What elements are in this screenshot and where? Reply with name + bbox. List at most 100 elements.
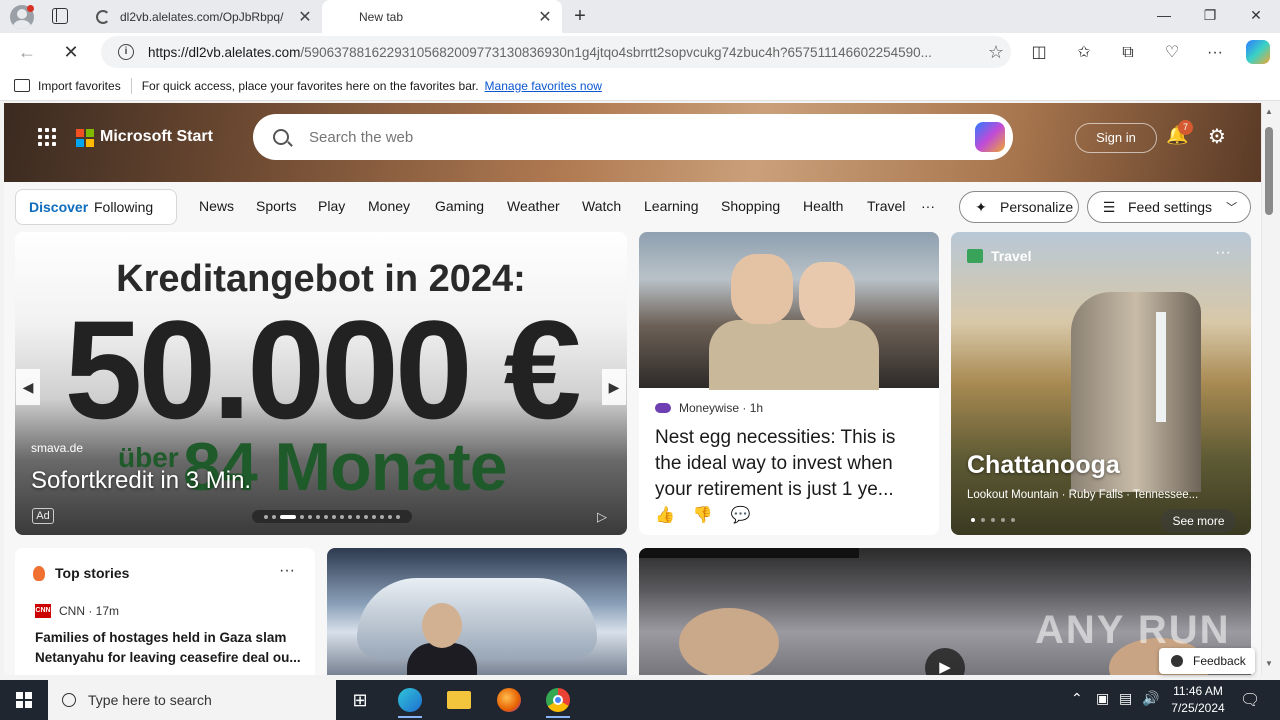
thumbs-up-icon[interactable]: 👍 bbox=[655, 505, 675, 525]
waterfall-image bbox=[1156, 312, 1166, 422]
cnn-logo-icon: CNN bbox=[35, 604, 51, 618]
nav-more-button[interactable]: ··· bbox=[921, 198, 935, 214]
scrollbar-thumb[interactable] bbox=[1265, 127, 1273, 215]
volume-icon[interactable]: 🔊 bbox=[1142, 690, 1159, 707]
minimize-button[interactable]: — bbox=[1141, 0, 1187, 33]
feed-settings-button[interactable]: ☰ Feed settings ﹀ bbox=[1087, 191, 1251, 223]
collections-icon[interactable]: ⧉ bbox=[1117, 42, 1139, 64]
favorites-hint: For quick access, place your favorites h… bbox=[141, 78, 479, 93]
task-view-icon[interactable]: ⊞ bbox=[344, 686, 376, 714]
nav-learning[interactable]: Learning bbox=[644, 198, 699, 214]
article-source-row: Moneywise · 1h bbox=[655, 401, 763, 415]
web-search-box[interactable] bbox=[253, 114, 1013, 160]
nav-sports[interactable]: Sports bbox=[256, 198, 296, 214]
tab-title: New tab bbox=[359, 9, 404, 24]
tab-close-button[interactable]: ✕ bbox=[536, 7, 554, 27]
favorites-icon[interactable]: ✩ bbox=[1073, 42, 1095, 64]
play-icon[interactable]: ▶ bbox=[925, 648, 965, 675]
nav-shopping[interactable]: Shopping bbox=[721, 198, 780, 214]
feedback-label: Feedback bbox=[1193, 654, 1246, 668]
nav-play[interactable]: Play bbox=[318, 198, 345, 214]
nav-news[interactable]: News bbox=[199, 198, 234, 214]
back-arrow-icon[interactable]: ← bbox=[14, 39, 40, 65]
stop-loading-icon[interactable]: ✕ bbox=[58, 39, 84, 65]
article-card-nest-egg[interactable]: Moneywise · 1h Nest egg necessities: Thi… bbox=[639, 232, 939, 535]
carousel-prev-button[interactable]: ◀ bbox=[16, 369, 40, 405]
video-thumbnail bbox=[679, 608, 779, 675]
close-window-button[interactable]: ✕ bbox=[1233, 0, 1279, 33]
file-explorer-icon[interactable] bbox=[443, 686, 475, 714]
favorite-star-icon[interactable]: ☆ bbox=[981, 42, 1011, 63]
chrome-icon[interactable] bbox=[542, 686, 574, 718]
network-icon[interactable]: ▤ bbox=[1119, 690, 1132, 707]
edge-taskbar-icon[interactable] bbox=[394, 686, 426, 718]
scroll-up-icon[interactable]: ▲ bbox=[1265, 107, 1273, 116]
app-launcher-icon[interactable] bbox=[38, 128, 56, 146]
more-options-icon[interactable]: ··· bbox=[1215, 244, 1231, 262]
brand-title[interactable]: Microsoft Start bbox=[100, 128, 213, 146]
nav-money[interactable]: Money bbox=[368, 198, 410, 214]
address-bar[interactable]: i https://dl2vb.alelates.com/59063788162… bbox=[101, 36, 1011, 68]
ad-title[interactable]: Sofortkredit in 3 Min. bbox=[31, 467, 251, 495]
import-icon[interactable] bbox=[14, 79, 30, 92]
search-icon bbox=[62, 693, 76, 707]
comment-icon[interactable]: 💬 bbox=[731, 505, 751, 525]
story-title[interactable]: Families of hostages held in Gaza slam N… bbox=[35, 628, 303, 668]
car-image bbox=[357, 578, 597, 658]
device-icon[interactable]: ▣ bbox=[1096, 690, 1109, 707]
article-card-car[interactable] bbox=[327, 548, 627, 675]
ad-badge: Ad bbox=[32, 508, 54, 524]
more-menu-icon[interactable]: ··· bbox=[1204, 42, 1226, 64]
more-options-icon[interactable]: ··· bbox=[279, 562, 295, 580]
article-image bbox=[639, 232, 939, 390]
travel-title[interactable]: Chattanooga bbox=[967, 451, 1120, 480]
tab-discover[interactable]: Discover bbox=[16, 199, 94, 215]
search-input[interactable] bbox=[309, 128, 975, 146]
story-source: CNN · 17m bbox=[59, 604, 120, 618]
ad-choices-icon[interactable]: ▷ bbox=[597, 509, 607, 525]
carousel-next-button[interactable]: ▶ bbox=[602, 369, 626, 405]
firefox-icon[interactable] bbox=[493, 686, 525, 714]
chevron-up-icon[interactable]: ⌃ bbox=[1071, 690, 1083, 707]
clock-time: 11:46 AM bbox=[1173, 684, 1223, 698]
tab-following[interactable]: Following bbox=[94, 199, 153, 215]
sign-in-button[interactable]: Sign in bbox=[1075, 123, 1157, 153]
feedback-button[interactable]: Feedback bbox=[1159, 648, 1255, 674]
new-tab-button[interactable]: + bbox=[570, 4, 590, 28]
restore-button[interactable]: ❐ bbox=[1187, 0, 1233, 33]
address-url[interactable]: https://dl2vb.alelates.com/5906378816229… bbox=[148, 45, 981, 60]
see-more-button[interactable]: See more bbox=[1161, 509, 1236, 533]
import-favorites-button[interactable]: Import favorites bbox=[38, 79, 121, 93]
chevron-down-icon: ﹀ bbox=[1226, 202, 1238, 214]
thumbs-down-icon[interactable]: 👎 bbox=[693, 505, 713, 525]
taskbar-search[interactable]: Type here to search bbox=[48, 680, 336, 720]
nav-gaming[interactable]: Gaming bbox=[435, 198, 484, 214]
nav-health[interactable]: Health bbox=[803, 198, 843, 214]
personalize-button[interactable]: ✦ Personalize bbox=[959, 191, 1079, 223]
site-info-icon[interactable]: i bbox=[118, 44, 134, 60]
taskbar-clock[interactable]: 11:46 AM 7/25/2024 bbox=[1160, 683, 1236, 717]
tab-actions-icon[interactable] bbox=[52, 8, 68, 24]
travel-carousel-dots[interactable] bbox=[971, 518, 1015, 522]
gear-icon[interactable]: ⚙ bbox=[1205, 125, 1229, 149]
carousel-dots[interactable] bbox=[252, 510, 412, 523]
article-title[interactable]: Nest egg necessities: This is the ideal … bbox=[655, 425, 927, 503]
page-scrollbar[interactable]: ▲ ▼ bbox=[1261, 103, 1276, 675]
ad-carousel-card[interactable]: Kreditangebot in 2024: 50.000 € 84 Monat… bbox=[15, 232, 627, 535]
travel-card[interactable]: Travel ··· Chattanooga Lookout Mountain … bbox=[951, 232, 1251, 535]
windows-logo-icon bbox=[16, 692, 32, 708]
tab-alelates[interactable]: dl2vb.alelates.com/OpJbRbpq/ ✕ bbox=[84, 0, 322, 33]
browser-essentials-icon[interactable]: ♡ bbox=[1161, 42, 1183, 64]
tab-new-tab[interactable]: New tab ✕ bbox=[322, 0, 562, 33]
copilot-search-icon[interactable] bbox=[975, 122, 1005, 152]
split-screen-icon[interactable]: ◫ bbox=[1028, 42, 1050, 64]
start-button[interactable] bbox=[0, 680, 48, 720]
nav-watch[interactable]: Watch bbox=[582, 198, 621, 214]
tab-close-button[interactable]: ✕ bbox=[296, 7, 314, 27]
nav-weather[interactable]: Weather bbox=[507, 198, 560, 214]
notifications-icon[interactable]: 🗨 bbox=[1240, 690, 1260, 710]
nav-travel[interactable]: Travel bbox=[867, 198, 905, 214]
copilot-icon[interactable] bbox=[1246, 40, 1270, 64]
manage-favorites-link[interactable]: Manage favorites now bbox=[485, 79, 602, 93]
scroll-down-icon[interactable]: ▼ bbox=[1265, 659, 1273, 668]
